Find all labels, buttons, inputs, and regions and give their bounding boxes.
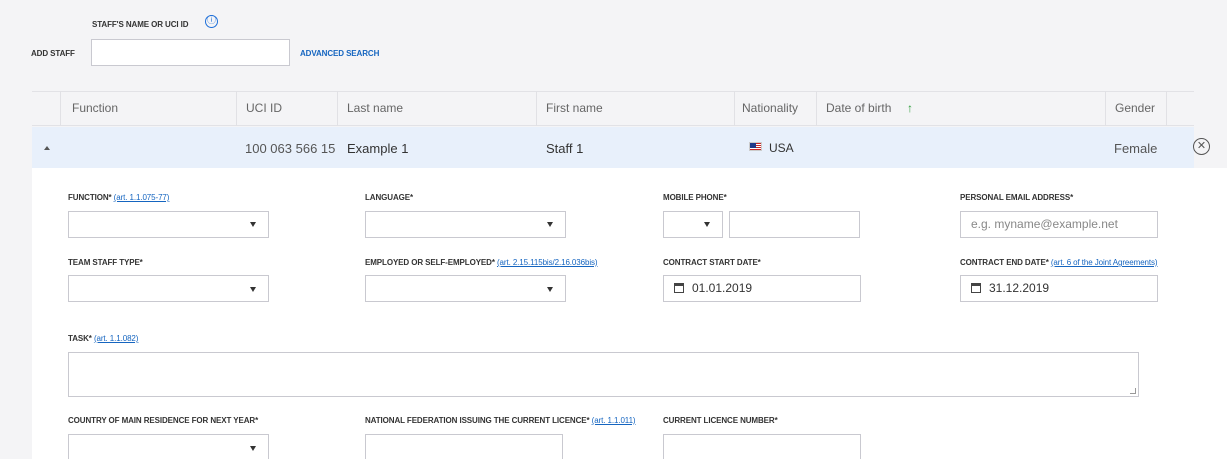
- employed-label: EMPLOYED OR SELF-EMPLOYED* (art. 2.15.11…: [365, 258, 598, 267]
- task-textarea[interactable]: [68, 352, 1139, 397]
- row-first-name: Staff 1: [546, 141, 584, 156]
- column-divider: [734, 91, 735, 126]
- mobile-phone-label: MOBILE PHONE*: [663, 193, 727, 202]
- chevron-down-icon: [250, 222, 256, 227]
- contract-end-label: CONTRACT END DATE* (art. 6 of the Joint …: [960, 258, 1158, 267]
- column-divider: [816, 91, 817, 126]
- country-select[interactable]: [68, 434, 269, 459]
- contract-start-label: CONTRACT START DATE*: [663, 258, 761, 267]
- col-uci-id[interactable]: UCI ID: [246, 101, 282, 115]
- column-divider: [337, 91, 338, 126]
- federation-label: NATIONAL FEDERATION ISSUING THE CURRENT …: [365, 416, 636, 425]
- chevron-down-icon: [547, 222, 553, 227]
- chevron-down-icon: [704, 222, 710, 227]
- row-nationality: USA: [769, 141, 794, 155]
- col-date-of-birth[interactable]: Date of birth: [826, 101, 891, 115]
- table-header: [32, 91, 1194, 126]
- mobile-phone-input[interactable]: [729, 211, 860, 238]
- employed-select[interactable]: [365, 275, 566, 302]
- row-gender: Female: [1114, 141, 1158, 156]
- function-select[interactable]: [68, 211, 269, 238]
- federation-input[interactable]: [365, 434, 563, 459]
- table-row[interactable]: [32, 127, 1194, 168]
- employed-rule-link[interactable]: (art. 2.15.115bis/2.16.036bis): [497, 258, 598, 267]
- column-divider: [1105, 91, 1106, 126]
- language-label: LANGUAGE*: [365, 193, 413, 202]
- chevron-down-icon: [250, 287, 256, 292]
- country-label: COUNTRY OF MAIN RESIDENCE FOR NEXT YEAR*: [68, 416, 259, 425]
- row-uci-id: 100 063 566 15: [245, 141, 336, 156]
- usa-flag-icon: [749, 142, 762, 151]
- col-first-name[interactable]: First name: [546, 101, 603, 115]
- team-staff-type-label: TEAM STAFF TYPE*: [68, 258, 143, 267]
- calendar-icon[interactable]: [971, 282, 981, 293]
- sort-arrow-icon[interactable]: ↑: [907, 101, 913, 115]
- search-input[interactable]: [91, 39, 290, 66]
- advanced-search-link[interactable]: ADVANCED SEARCH: [300, 49, 379, 58]
- column-divider: [1166, 91, 1167, 126]
- close-icon[interactable]: ✕: [1193, 138, 1210, 155]
- email-label: PERSONAL EMAIL ADDRESS*: [960, 193, 1074, 202]
- function-label: FUNCTION* (art. 1.1.075-77): [68, 193, 170, 202]
- resize-handle-icon[interactable]: [1130, 388, 1136, 394]
- licence-number-input[interactable]: [663, 434, 861, 459]
- row-last-name: Example 1: [347, 141, 409, 156]
- federation-rule-link[interactable]: (art. 1.1.011): [592, 416, 636, 425]
- licence-number-label: CURRENT LICENCE NUMBER*: [663, 416, 778, 425]
- info-icon[interactable]: ⓘ: [205, 15, 218, 28]
- col-nationality[interactable]: Nationality: [742, 101, 798, 115]
- language-select[interactable]: [365, 211, 566, 238]
- col-last-name[interactable]: Last name: [347, 101, 403, 115]
- col-gender[interactable]: Gender: [1115, 101, 1155, 115]
- collapse-caret-icon[interactable]: [44, 146, 50, 150]
- add-staff-label: ADD STAFF: [31, 49, 75, 58]
- contract-end-rule-link[interactable]: (art. 6 of the Joint Agreements): [1051, 258, 1158, 267]
- email-input[interactable]: e.g. myname@example.net: [960, 211, 1158, 238]
- col-function[interactable]: Function: [72, 101, 118, 115]
- search-label: STAFF'S NAME OR UCI ID: [92, 20, 189, 29]
- chevron-down-icon: [547, 287, 553, 292]
- team-staff-type-select[interactable]: [68, 275, 269, 302]
- column-divider: [60, 91, 61, 126]
- column-divider: [236, 91, 237, 126]
- contract-end-date-input[interactable]: 31.12.2019: [960, 275, 1158, 302]
- function-rule-link[interactable]: (art. 1.1.075-77): [114, 193, 170, 202]
- chevron-down-icon: [250, 446, 256, 451]
- contract-start-date-input[interactable]: 01.01.2019: [663, 275, 861, 302]
- task-rule-link[interactable]: (art. 1.1.082): [94, 334, 139, 343]
- calendar-icon[interactable]: [674, 282, 684, 293]
- task-label: TASK* (art. 1.1.082): [68, 334, 139, 343]
- column-divider: [536, 91, 537, 126]
- phone-code-select[interactable]: [663, 211, 723, 238]
